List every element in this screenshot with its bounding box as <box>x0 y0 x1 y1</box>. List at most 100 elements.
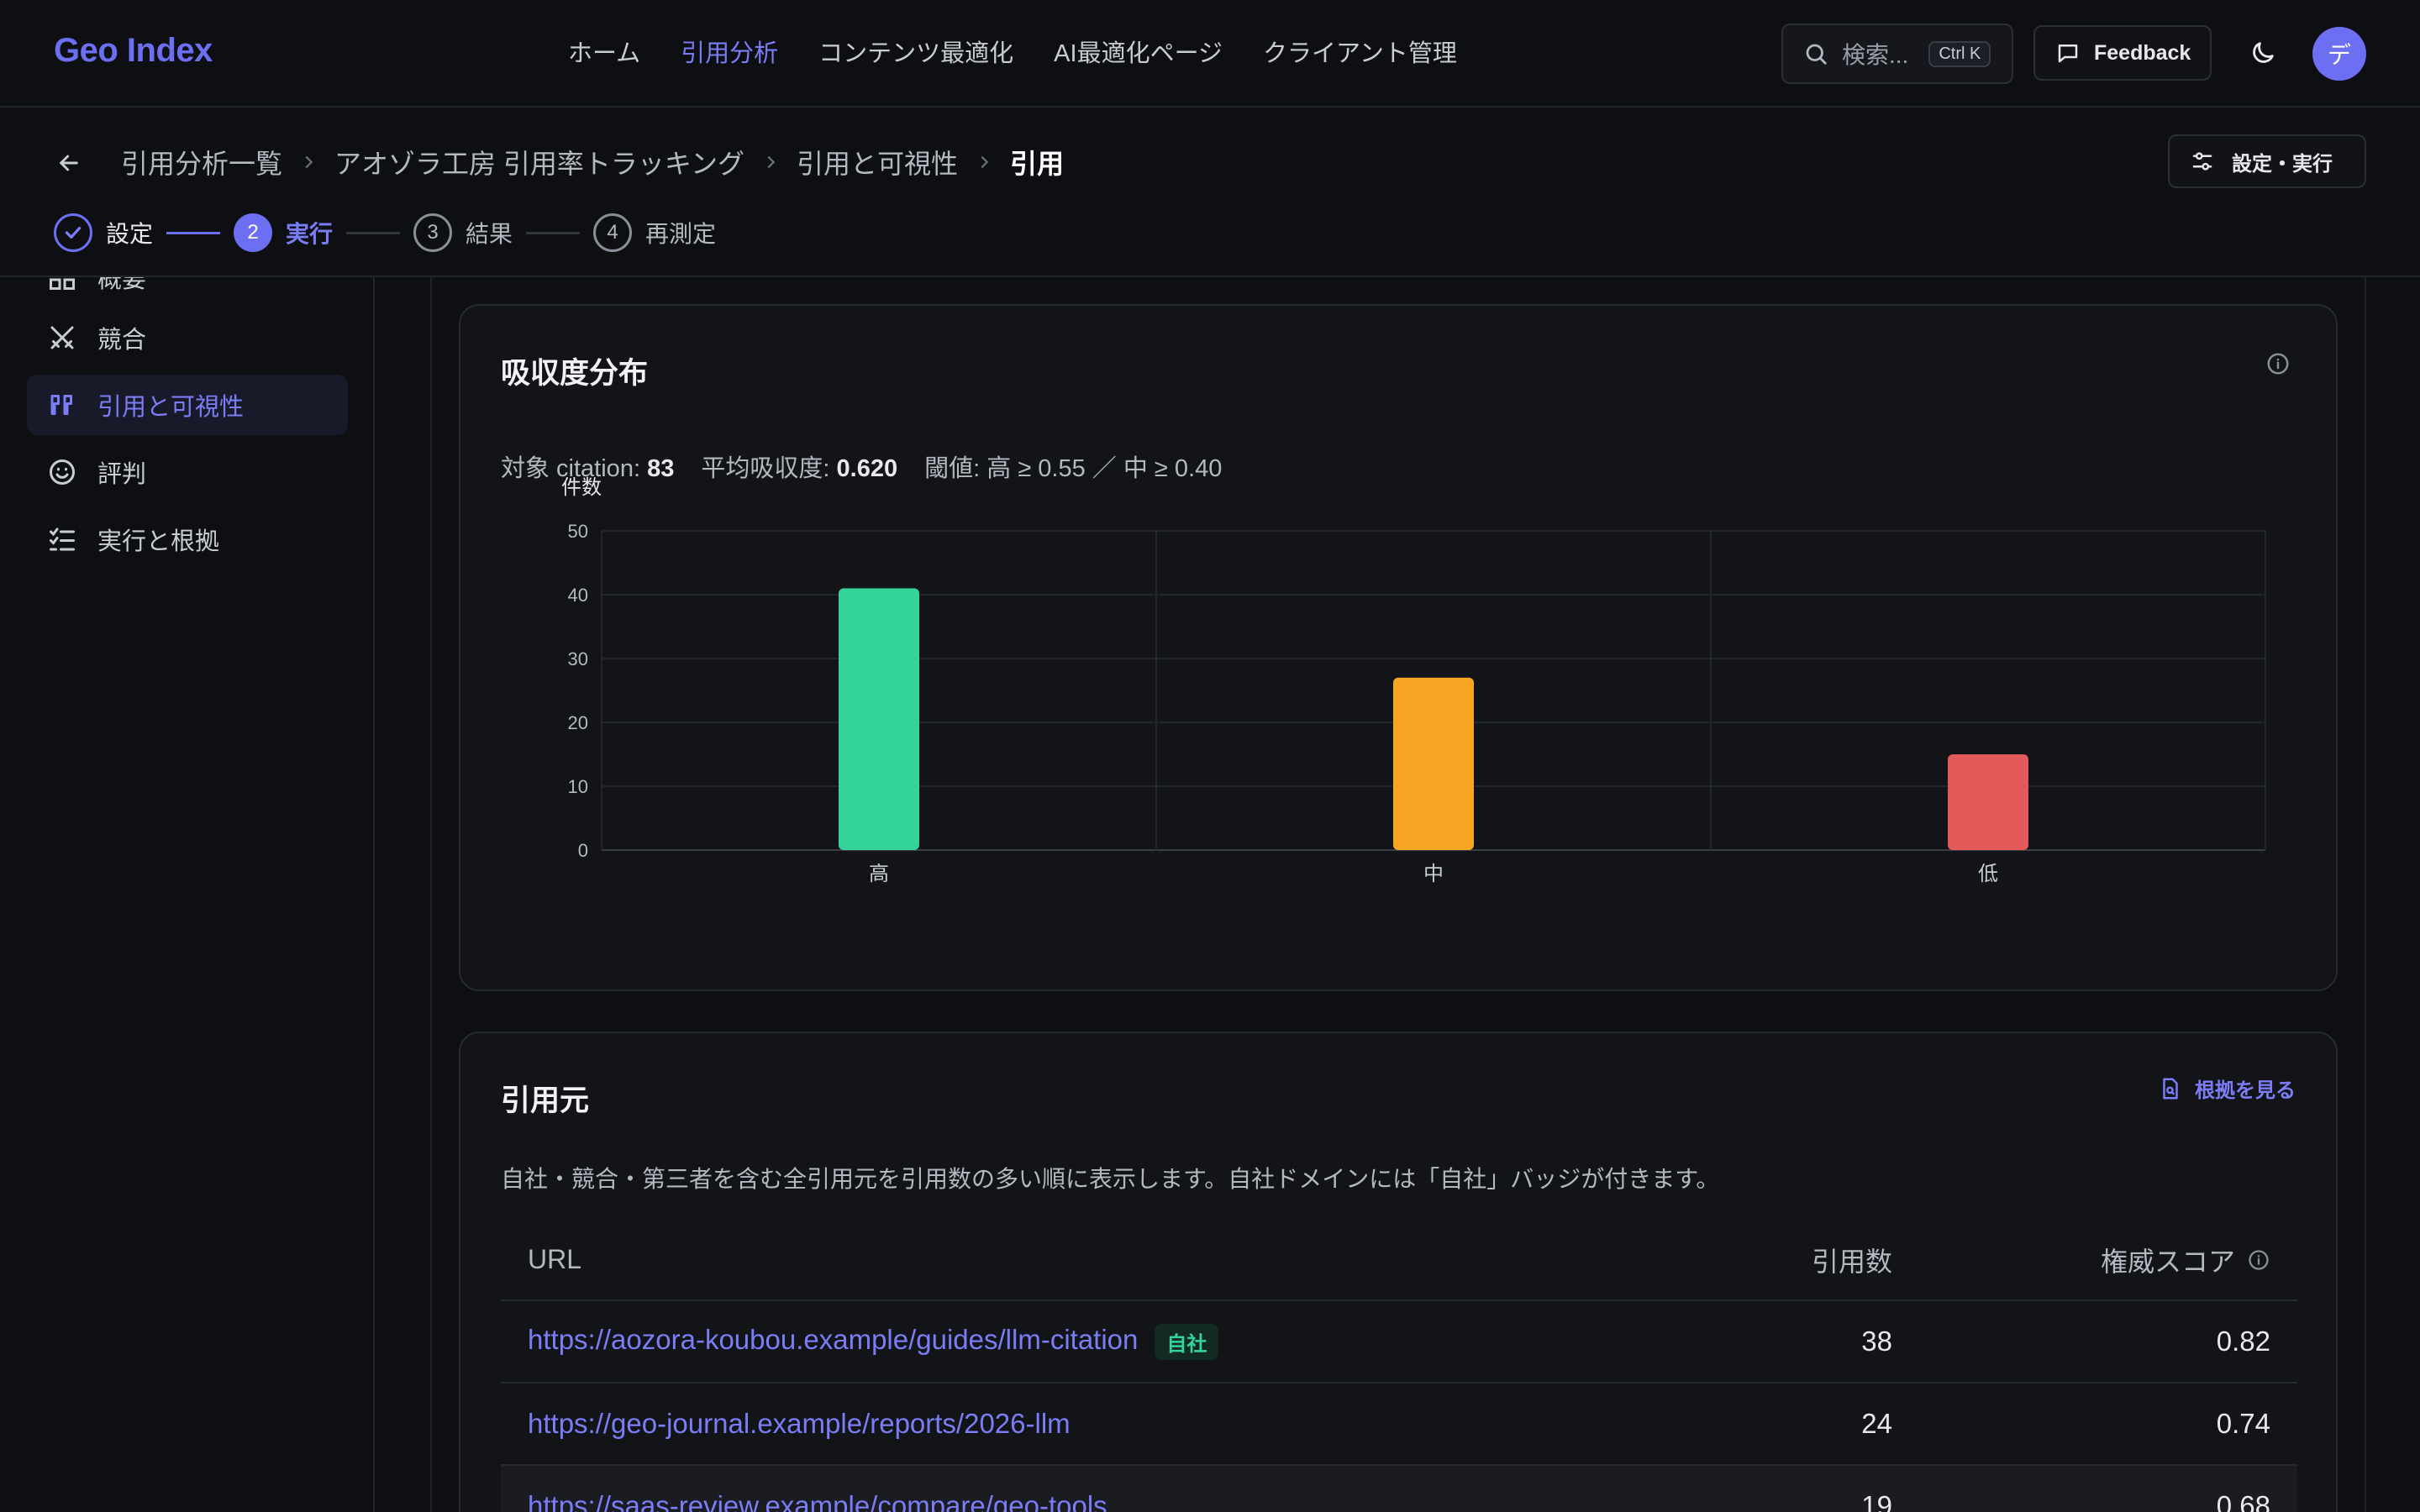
settings-run-button[interactable]: 設定・実行 <box>2168 134 2366 188</box>
citation-sources-card: 引用元 根拠を見る 自社・競合・第三者を含む全引用元を引用数の多い順に表示します… <box>459 1032 2338 1512</box>
nav-citation-analysis[interactable]: 引用分析 <box>681 37 778 71</box>
y-tick-label: 30 <box>568 648 588 669</box>
step-2-number[interactable]: 2 <box>234 213 273 252</box>
absorption-bar-chart: 件数 0 10 20 30 40 50 高 中 低 <box>561 476 2266 885</box>
citation-count-cell: 19 <box>1667 1465 1919 1512</box>
breadcrumb-current: 引用 <box>1009 149 1064 179</box>
citation-count-cell: 24 <box>1667 1383 1919 1466</box>
source-url-link[interactable]: https://saas-review.example/compare/geo-… <box>528 1490 1107 1512</box>
authority-score-cell: 0.74 <box>1919 1383 2297 1466</box>
back-arrow-icon[interactable] <box>55 150 82 176</box>
top-navbar: Geo Index ホーム 引用分析 コンテンツ最適化 AI最適化ページ クライ… <box>0 0 2420 108</box>
breadcrumb: 引用分析一覧 アオゾラ工房 引用率トラッキング 引用と可視性 引用 <box>121 143 1064 181</box>
smile-icon <box>47 457 77 487</box>
y-axis-label: 件数 <box>561 476 602 499</box>
column-header-count[interactable]: 引用数 <box>1667 1220 1919 1301</box>
source-url-link[interactable]: https://geo-journal.example/reports/2026… <box>528 1408 1071 1439</box>
x-tick-label: 高 <box>869 863 889 885</box>
chevron-right-icon <box>761 153 780 171</box>
x-tick-label: 低 <box>1978 863 1998 885</box>
source-url-link[interactable]: https://aozora-koubou.example/guides/llm… <box>528 1324 1138 1355</box>
info-icon[interactable] <box>2247 1248 2270 1272</box>
card-title: 吸収度分布 <box>501 357 649 390</box>
nav-ai-optimized-pages[interactable]: AI最適化ページ <box>1054 37 1223 71</box>
file-search-icon <box>2158 1076 2183 1101</box>
url-cell: https://geo-journal.example/reports/2026… <box>501 1383 1667 1466</box>
sidebar-item-label: 実行と根拠 <box>97 528 220 555</box>
sidebar-item-label: 競合 <box>97 327 147 354</box>
authority-score-cell: 0.68 <box>1919 1465 2297 1512</box>
url-cell: https://saas-review.example/compare/geo-… <box>501 1465 1667 1512</box>
sidebar-item-competitors[interactable]: 競合 <box>27 307 348 368</box>
swords-icon <box>47 323 77 353</box>
feedback-label: Feedback <box>2094 40 2191 65</box>
sidebar-item-reputation[interactable]: 評判 <box>27 442 348 502</box>
sources-table: URL 引用数 権威スコア https://aozora-koubou.exam… <box>501 1220 2297 1512</box>
step-3-label[interactable]: 結果 <box>466 216 513 249</box>
view-evidence-link[interactable]: 根拠を見る <box>2158 1074 2296 1103</box>
y-tick-label: 10 <box>568 776 588 797</box>
step-2-label[interactable]: 実行 <box>286 216 333 249</box>
app-logo[interactable]: Geo Index <box>54 32 213 70</box>
user-avatar[interactable]: デ <box>2312 27 2366 81</box>
citation-count-cell: 38 <box>1667 1300 1919 1383</box>
feedback-button[interactable]: Feedback <box>2033 25 2212 81</box>
info-icon[interactable] <box>2265 351 2291 376</box>
main-nav: ホーム 引用分析 コンテンツ最適化 AI最適化ページ クライアント管理 <box>568 37 1497 71</box>
sidebar-item-execution-evidence[interactable]: 実行と根拠 <box>27 509 348 570</box>
column-header-url[interactable]: URL <box>501 1220 1667 1301</box>
step-4-number[interactable]: 4 <box>593 213 633 252</box>
quote-icon <box>47 390 77 420</box>
view-evidence-label: 根拠を見る <box>2195 1079 2296 1102</box>
authority-header-label: 権威スコア <box>2100 1246 2235 1277</box>
theme-toggle-moon-icon[interactable] <box>2249 39 2277 67</box>
step-1-check-icon[interactable] <box>54 213 92 252</box>
column-header-authority[interactable]: 権威スコア <box>1919 1220 2297 1301</box>
table-row[interactable]: https://saas-review.example/compare/geo-… <box>501 1465 2297 1512</box>
nav-client-management[interactable]: クライアント管理 <box>1263 37 1457 71</box>
sidebar-item-citations-visibility[interactable]: 引用と可視性 <box>27 375 348 435</box>
message-icon <box>2055 40 2081 66</box>
y-tick-label: 40 <box>568 585 588 606</box>
sidebar-item-label: 評判 <box>97 461 147 488</box>
step-3-number[interactable]: 3 <box>413 213 453 252</box>
bar-2 <box>1393 677 1474 850</box>
own-domain-badge: 自社 <box>1155 1323 1219 1360</box>
search-input[interactable]: 検索... Ctrl K <box>1781 24 2013 84</box>
step-connector <box>166 231 221 234</box>
nav-content-optimization[interactable]: コンテンツ最適化 <box>818 37 1013 71</box>
search-shortcut-hint: Ctrl K <box>1928 40 1991 67</box>
progress-stepper: 設定 2 実行 3 結果 4 再測定 <box>54 213 716 252</box>
step-connector <box>346 231 401 234</box>
sources-description: 自社・競合・第三者を含む全引用元を引用数の多い順に表示します。自社ドメインには「… <box>501 1166 1720 1192</box>
step-4-label[interactable]: 再測定 <box>645 216 716 249</box>
table-row: https://geo-journal.example/reports/2026… <box>501 1383 2297 1466</box>
card-title: 引用元 <box>501 1084 590 1117</box>
nav-home[interactable]: ホーム <box>568 37 640 71</box>
settings-run-label: 設定・実行 <box>2232 152 2333 176</box>
url-cell: https://aozora-koubou.example/guides/llm… <box>501 1300 1667 1383</box>
search-icon <box>1803 41 1828 66</box>
step-connector <box>526 231 581 234</box>
page-header: 引用分析一覧 アオゾラ工房 引用率トラッキング 引用と可視性 引用 設定・実行 … <box>0 109 2420 277</box>
step-1-label[interactable]: 設定 <box>106 216 153 249</box>
x-tick-label: 中 <box>1423 863 1444 885</box>
y-tick-label: 50 <box>568 521 588 542</box>
table-row: https://aozora-koubou.example/guides/llm… <box>501 1300 2297 1383</box>
list-check-icon <box>47 524 77 554</box>
absorption-distribution-card: 吸収度分布 対象 citation: 83 平均吸収度: 0.620 閾値: 高… <box>459 304 2338 991</box>
chevron-right-icon <box>299 153 318 171</box>
bar-3 <box>1948 754 2028 850</box>
authority-score-cell: 0.82 <box>1919 1300 2297 1383</box>
breadcrumb-project[interactable]: アオゾラ工房 引用率トラッキング <box>334 143 744 181</box>
search-placeholder: 検索... <box>1842 42 1909 68</box>
y-tick-label: 0 <box>578 840 588 861</box>
breadcrumb-citation-list[interactable]: 引用分析一覧 <box>121 143 282 181</box>
breadcrumb-section[interactable]: 引用と可視性 <box>797 143 958 181</box>
y-tick-label: 20 <box>568 712 588 733</box>
sidebar-item-label: 引用と可視性 <box>97 394 245 421</box>
sliders-icon <box>2190 149 2215 174</box>
sidebar: 概要 競合 引用と可視性 評判 実行と根拠 <box>0 265 375 1512</box>
chevron-right-icon <box>975 153 993 171</box>
bar-1 <box>839 588 919 850</box>
